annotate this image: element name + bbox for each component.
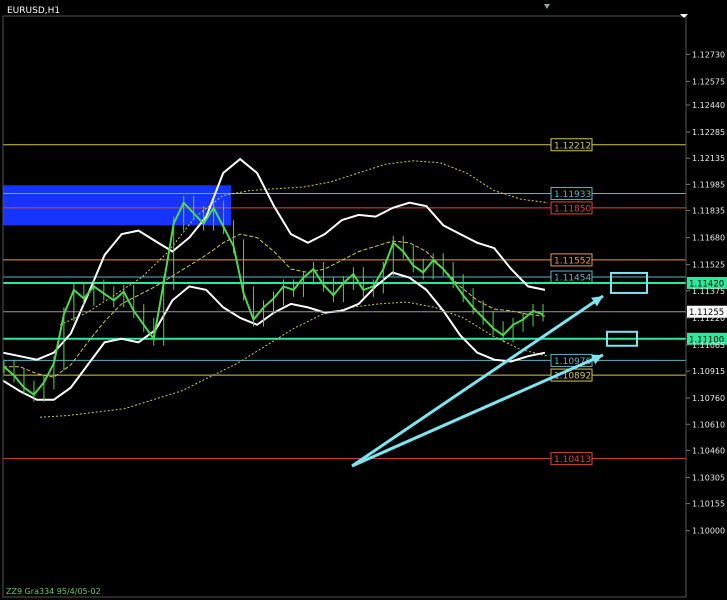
y-tick-label: 1.10155	[692, 500, 725, 509]
y-tick-label: 1.12440	[692, 101, 725, 110]
y-tick-label: 1.10305	[692, 473, 725, 482]
level-label: 1.11850	[554, 204, 591, 214]
y-tick-label: 1.11375	[692, 287, 725, 296]
y-tick-label: 1.10460	[692, 446, 725, 455]
y-tick-label: 1.11835	[692, 207, 725, 216]
envelope-lower-line	[39, 301, 549, 418]
level-label: 1.11552	[554, 256, 591, 266]
level-label: 1.12212	[554, 141, 591, 151]
y-tick-label: 1.12135	[692, 154, 725, 163]
y-tick-label: 1.11680	[692, 234, 725, 243]
y-tick-label: 1.10610	[692, 420, 725, 429]
y-tick-label: 1.10760	[692, 394, 725, 403]
scroll-marker-icon	[544, 4, 550, 9]
footer-text: ZZ9 Gra334 95/4/05-02	[6, 587, 101, 596]
y-tick-label: 1.10000	[692, 527, 725, 536]
y-tick-label: 1.12575	[692, 77, 725, 86]
y-tick-label: 1.10915	[692, 367, 725, 376]
y-tick-label: 1.12730	[692, 50, 725, 59]
y-tick-label: 1.11220	[692, 314, 725, 323]
chart-title: EURUSD,H1	[7, 6, 61, 16]
annotation-arrow-low	[351, 353, 604, 468]
plot-frame	[2, 15, 687, 598]
supply-zone	[3, 185, 231, 226]
price-chart: 1.122121.119331.118501.115521.114541.109…	[2, 4, 727, 598]
y-tick-label: 1.11065	[692, 341, 725, 350]
y-tick-label: 1.11985	[692, 180, 725, 189]
level-label: 1.11933	[554, 190, 591, 200]
y-tick-label: 1.11525	[692, 261, 725, 270]
y-tick-label: 1.12285	[692, 128, 725, 137]
level-label: 1.10413	[554, 455, 591, 465]
